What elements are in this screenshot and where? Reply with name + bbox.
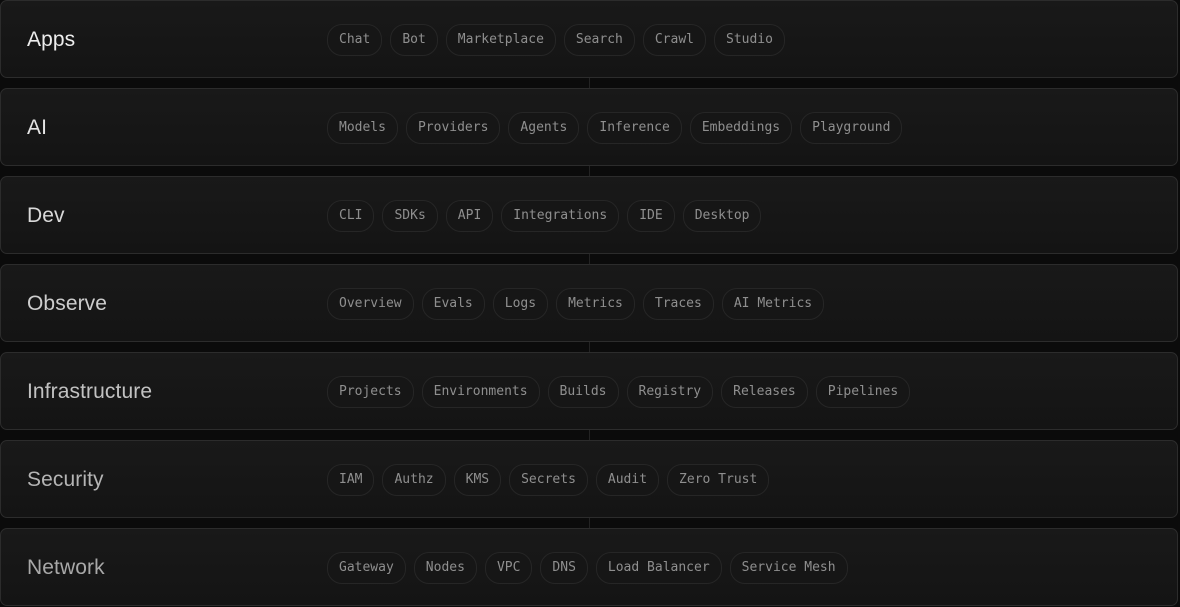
chip-chat[interactable]: Chat [327, 24, 383, 56]
chip-environments[interactable]: Environments [421, 376, 540, 408]
chip-marketplace[interactable]: Marketplace [445, 24, 556, 56]
category-row-security: Security IAM Authz KMS Secrets Audit Zer… [0, 440, 1178, 518]
category-title: AI [27, 116, 48, 139]
chip-kms[interactable]: KMS [453, 464, 502, 496]
chip-group: Models Providers Agents Inference Embedd… [327, 112, 903, 144]
chip-evals[interactable]: Evals [421, 288, 485, 320]
chip-embeddings[interactable]: Embeddings [689, 112, 793, 144]
category-title: Dev [27, 204, 65, 227]
chip-load-balancer[interactable]: Load Balancer [595, 552, 722, 584]
chip-models[interactable]: Models [327, 112, 398, 144]
chip-inference[interactable]: Inference [587, 112, 682, 144]
chip-group: Gateway Nodes VPC DNS Load Balancer Serv… [327, 552, 848, 584]
chip-secrets[interactable]: Secrets [509, 464, 588, 496]
chip-providers[interactable]: Providers [405, 112, 501, 144]
chip-group: CLI SDKs API Integrations IDE Desktop [327, 200, 762, 232]
chip-playground[interactable]: Playground [800, 112, 903, 144]
chip-integrations[interactable]: Integrations [501, 200, 620, 232]
chip-traces[interactable]: Traces [642, 288, 714, 320]
chip-builds[interactable]: Builds [547, 376, 619, 408]
category-title: Infrastructure [27, 380, 153, 403]
category-title: Observe [27, 292, 108, 315]
chip-group: Overview Evals Logs Metrics Traces AI Me… [327, 288, 825, 320]
chip-iam[interactable]: IAM [327, 464, 375, 496]
category-row-apps: Apps Chat Bot Marketplace Search Crawl S… [0, 0, 1178, 78]
chip-gateway[interactable]: Gateway [327, 552, 406, 584]
category-row-network: Network Gateway Nodes VPC DNS Load Balan… [0, 528, 1178, 606]
chip-metrics[interactable]: Metrics [556, 288, 635, 320]
chip-desktop[interactable]: Desktop [682, 200, 762, 232]
category-row-observe: Observe Overview Evals Logs Metrics Trac… [0, 264, 1178, 342]
category-row-infrastructure: Infrastructure Projects Environments Bui… [0, 352, 1178, 430]
chip-logs[interactable]: Logs [492, 288, 549, 320]
chip-group: Projects Environments Builds Registry Re… [327, 376, 911, 408]
chip-projects[interactable]: Projects [327, 376, 414, 408]
chip-agents[interactable]: Agents [508, 112, 580, 144]
category-row-dev: Dev CLI SDKs API Integrations IDE Deskto… [0, 176, 1178, 254]
chip-releases[interactable]: Releases [721, 376, 808, 408]
chip-registry[interactable]: Registry [626, 376, 714, 408]
chip-zero-trust[interactable]: Zero Trust [667, 464, 770, 496]
chip-bot[interactable]: Bot [390, 24, 438, 56]
chip-sdks[interactable]: SDKs [382, 200, 438, 232]
chip-ai-metrics[interactable]: AI Metrics [721, 288, 825, 320]
chip-group: Chat Bot Marketplace Search Crawl Studio [327, 24, 785, 56]
chip-ide[interactable]: IDE [627, 200, 675, 232]
category-title: Network [27, 556, 105, 579]
chip-pipelines[interactable]: Pipelines [815, 376, 911, 408]
chip-vpc[interactable]: VPC [484, 552, 533, 584]
chip-studio[interactable]: Studio [714, 24, 785, 56]
chip-group: IAM Authz KMS Secrets Audit Zero Trust [327, 464, 770, 496]
category-title: Security [27, 468, 104, 491]
chip-service-mesh[interactable]: Service Mesh [729, 552, 848, 584]
chip-nodes[interactable]: Nodes [413, 552, 477, 584]
category-row-ai: AI Models Providers Agents Inference Emb… [0, 88, 1178, 166]
category-title: Apps [27, 28, 76, 51]
chip-api[interactable]: API [445, 200, 494, 232]
chip-cli[interactable]: CLI [327, 200, 375, 232]
chip-audit[interactable]: Audit [595, 464, 660, 496]
chip-overview[interactable]: Overview [327, 288, 414, 320]
chip-search[interactable]: Search [563, 24, 635, 56]
chip-authz[interactable]: Authz [382, 464, 446, 496]
chip-dns[interactable]: DNS [540, 552, 588, 584]
chip-crawl[interactable]: Crawl [642, 24, 706, 56]
